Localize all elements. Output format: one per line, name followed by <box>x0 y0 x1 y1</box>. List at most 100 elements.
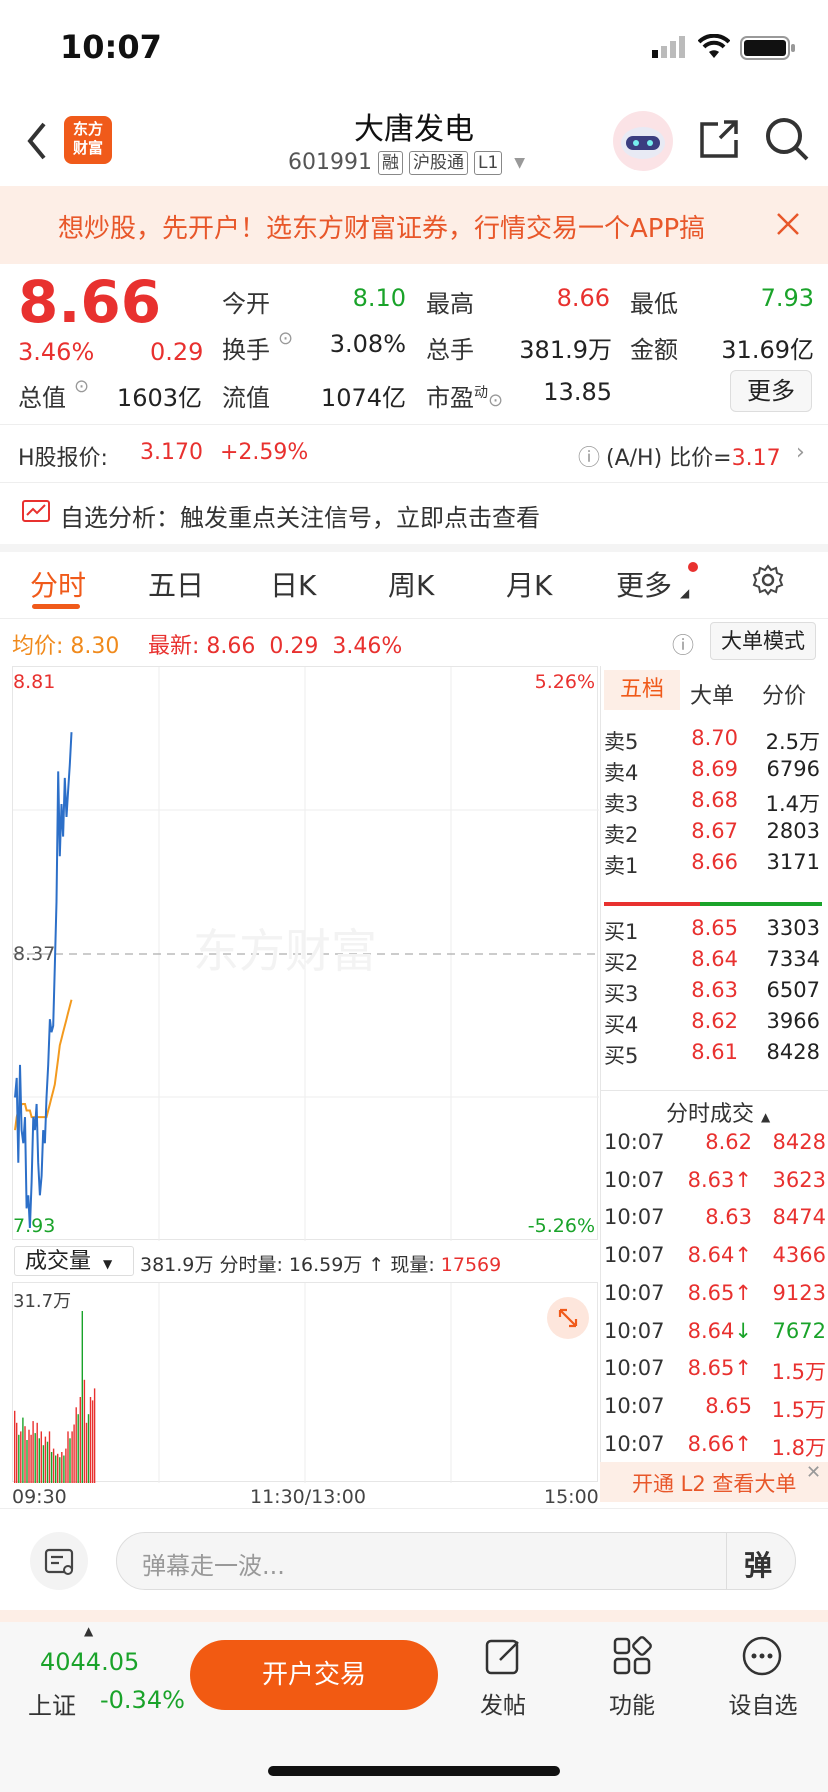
chevron-right-icon[interactable]: › <box>796 440 805 465</box>
pct-bottom-label: -5.26% <box>527 1215 595 1237</box>
tab-big-order[interactable]: 大单 <box>690 678 734 710</box>
float-label: 流值 <box>222 384 270 412</box>
index-name[interactable]: 上证 <box>28 1686 76 1721</box>
expand-icon[interactable] <box>547 1297 589 1339</box>
trade-row: 10:07 8.65 1.5万 <box>604 1394 826 1428</box>
danmu-settings-icon[interactable] <box>30 1532 88 1590</box>
more-button[interactable]: 更多 <box>730 370 812 412</box>
analysis-text[interactable]: 自选分析：触发重点关注信号，立即点击查看 <box>60 498 540 533</box>
bid-side: 买3 <box>604 982 639 1006</box>
nav-function[interactable]: 功能 <box>587 1686 677 1720</box>
tab-5day[interactable]: 五日 <box>148 564 204 604</box>
volume-bar <box>63 1455 65 1483</box>
divider <box>0 482 828 483</box>
tab-monthly[interactable]: 月K <box>506 564 552 604</box>
ask-row: 卖4 8.69 6796 <box>604 757 820 791</box>
index-change[interactable]: -0.34% <box>100 1686 185 1714</box>
nav-post[interactable]: 发帖 <box>458 1686 548 1720</box>
open-account-trade-button[interactable]: 开户交易 <box>190 1640 438 1710</box>
caret-up-icon[interactable]: ▲ <box>84 1624 93 1638</box>
tab-daily[interactable]: 日K <box>270 564 316 604</box>
search-icon[interactable] <box>764 116 810 166</box>
index-value[interactable]: 4044.05 <box>40 1648 139 1676</box>
volume-bar <box>85 1422 88 1483</box>
stock-code-line[interactable]: 601991 融 沪股通 L1 ▼ <box>288 150 525 175</box>
avg-price-line <box>14 999 73 1131</box>
big-order-mode-button[interactable]: 大单模式 <box>710 622 816 660</box>
l2-banner-text[interactable]: 开通 L2 查看大单 <box>632 1468 796 1498</box>
trade-price: 8.64↑ <box>687 1243 752 1268</box>
help-icon[interactable]: ⓘ <box>578 440 600 472</box>
danmu-placeholder[interactable]: 弹幕走一波... <box>142 1546 285 1581</box>
ask-row: 卖3 8.68 1.4万 <box>604 788 820 822</box>
ask-volume: 1.4万 <box>765 792 820 816</box>
intraday-chart[interactable]: 东方财富 8.81 8.37 7.93 5.26% -5.26% <box>12 666 599 1241</box>
trade-volume: 1.8万 <box>771 1435 826 1460</box>
ah-ratio[interactable]: (A/H) 比价=3.17 <box>606 440 781 472</box>
function-grid-icon[interactable] <box>612 1636 652 1680</box>
trade-time: 10:07 <box>604 1318 665 1343</box>
tab-price-dist[interactable]: 分价 <box>762 678 806 710</box>
latest-price: 最新: 8.66 0.29 3.46% <box>148 634 403 659</box>
trade-row: 10:07 8.63↑ 3623 <box>604 1168 826 1202</box>
price-line <box>14 732 73 1229</box>
share-icon[interactable] <box>698 118 740 164</box>
amount-label: 金额 <box>630 336 678 364</box>
volume-chart[interactable]: 31.7万 <box>12 1282 598 1483</box>
hshare-label: H股报价: <box>18 446 108 471</box>
danmu-send-button[interactable]: 弹 <box>744 1544 772 1584</box>
volume-bars <box>14 1311 96 1483</box>
post-icon[interactable] <box>484 1636 524 1680</box>
divider <box>600 1090 828 1091</box>
tab-five-level[interactable]: 五档 <box>604 670 680 710</box>
close-icon[interactable] <box>776 212 800 240</box>
low-label: 最低 <box>630 290 678 318</box>
robot-assistant-icon[interactable] <box>612 110 674 176</box>
volume-bar <box>26 1440 28 1483</box>
ask-volume: 6796 <box>766 757 820 781</box>
tab-weekly[interactable]: 周K <box>388 564 434 604</box>
dropdown-triangle-icon: ▼ <box>514 154 526 171</box>
info-icon[interactable]: ⊙ <box>278 328 293 349</box>
ask-price: 8.67 <box>691 819 738 843</box>
volume-bar <box>71 1431 73 1483</box>
help-icon[interactable]: ⓘ <box>672 628 694 660</box>
tab-intraday[interactable]: 分时 <box>30 564 86 604</box>
ask-row: 卖2 8.67 2803 <box>604 819 820 853</box>
divider <box>0 618 828 619</box>
high-value: 8.66 <box>556 284 610 312</box>
volume-max-label: 31.7万 <box>13 1291 72 1312</box>
volume-bar <box>77 1414 79 1483</box>
trade-row: 10:07 8.65↑ 1.5万 <box>604 1356 826 1390</box>
close-icon[interactable]: ✕ <box>806 1462 821 1483</box>
trade-volume: 1.5万 <box>771 1397 826 1422</box>
trades-title[interactable]: 分时成交 ▲ <box>666 1096 770 1128</box>
volume-bar <box>22 1417 24 1483</box>
ask-side: 卖5 <box>604 730 639 754</box>
volume-bar <box>67 1431 69 1483</box>
trade-price: 8.62 <box>705 1130 752 1154</box>
info-icon[interactable]: ⊙ <box>74 376 89 397</box>
settings-gear-icon[interactable] <box>752 564 784 600</box>
indicator-selector[interactable]: 成交量 ▼ <box>14 1246 134 1276</box>
stock-code: 601991 <box>288 150 372 175</box>
trade-price: 8.65↑ <box>687 1356 752 1381</box>
volume-bar <box>65 1448 67 1483</box>
nav-add-watchlist[interactable]: 设自选 <box>718 1686 808 1720</box>
volume-bar <box>48 1431 51 1483</box>
bid-volume: 3303 <box>766 916 820 940</box>
wifi-icon <box>697 33 731 64</box>
notification-dot <box>688 562 698 572</box>
more-dots-icon[interactable] <box>742 1636 782 1680</box>
pct-top-label: 5.26% <box>534 671 595 693</box>
banner-text[interactable]: 想炒股，先开户！选东方财富证券，行情交易一个APP搞 <box>58 208 758 245</box>
trade-price: 8.66↑ <box>687 1431 752 1456</box>
volume-bar <box>14 1410 16 1483</box>
ask-volume: 2803 <box>766 819 820 843</box>
bid-volume: 3966 <box>766 1009 820 1033</box>
trade-volume: 7672 <box>772 1318 826 1343</box>
tab-more[interactable]: 更多 <box>616 564 672 604</box>
bid-side: 买1 <box>604 920 639 944</box>
trade-volume: 8428 <box>772 1130 826 1154</box>
bid-row: 买2 8.64 7334 <box>604 947 820 981</box>
